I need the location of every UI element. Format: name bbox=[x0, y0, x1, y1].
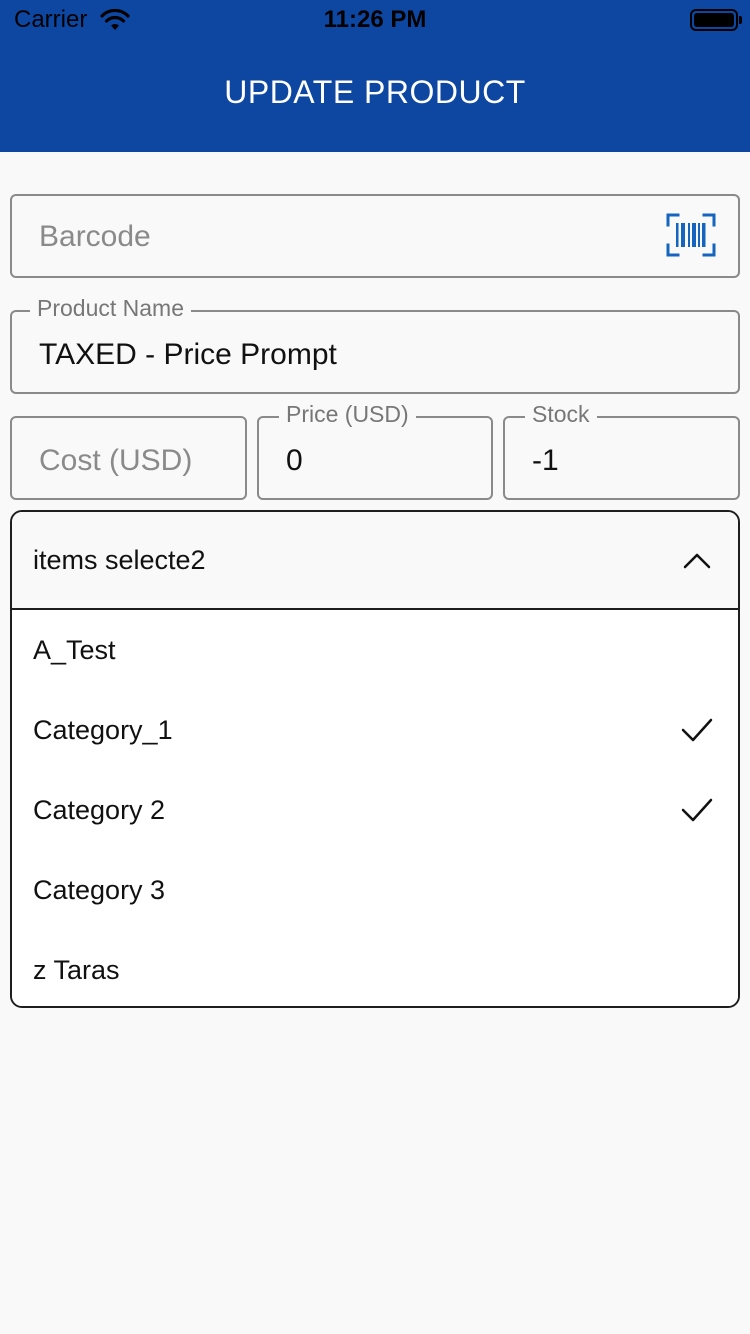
category-option[interactable]: Category 2 bbox=[12, 770, 738, 850]
category-option[interactable]: A_Test bbox=[12, 610, 738, 690]
category-dropdown-toggle[interactable]: items selecte2 bbox=[12, 512, 738, 610]
cost-input[interactable]: Cost (USD) bbox=[10, 416, 247, 500]
app-header: Carrier 11:26 PM UPDATE PRODUCT bbox=[0, 0, 750, 152]
product-name-value: TAXED - Price Prompt bbox=[39, 338, 337, 371]
status-time: 11:26 PM bbox=[323, 6, 427, 33]
category-option-label: A_Test bbox=[33, 635, 116, 665]
battery-icon bbox=[690, 9, 742, 31]
stock-label: Stock bbox=[525, 401, 597, 428]
price-input[interactable]: Price (USD) 0 bbox=[257, 401, 493, 500]
barcode-placeholder: Barcode bbox=[39, 220, 151, 253]
product-name-input[interactable]: Product Name TAXED - Price Prompt bbox=[10, 295, 740, 394]
category-options-list: A_Test Category_1 Category 2 Category 3 … bbox=[12, 610, 738, 1006]
status-bar: Carrier 11:26 PM bbox=[0, 0, 750, 40]
price-label: Price (USD) bbox=[279, 401, 416, 428]
category-option[interactable]: Category_1 bbox=[12, 690, 738, 770]
product-name-label: Product Name bbox=[30, 295, 192, 322]
category-option-label: Category 3 bbox=[33, 875, 166, 905]
category-option[interactable]: z Taras bbox=[12, 930, 738, 1006]
checkmark-icon bbox=[681, 718, 713, 742]
price-value: 0 bbox=[286, 444, 303, 477]
checkmark-icon bbox=[681, 798, 713, 822]
stock-value: -1 bbox=[532, 444, 559, 477]
category-option-label: Category_1 bbox=[33, 715, 173, 745]
chevron-up-icon[interactable] bbox=[682, 550, 712, 570]
cost-placeholder: Cost (USD) bbox=[39, 444, 193, 477]
barcode-scan-icon[interactable] bbox=[666, 213, 716, 257]
category-option-label: z Taras bbox=[33, 955, 120, 985]
category-option[interactable]: Category 3 bbox=[12, 850, 738, 930]
barcode-input[interactable]: Barcode bbox=[10, 194, 740, 278]
stock-input[interactable]: Stock -1 bbox=[503, 401, 740, 500]
category-option-label: Category 2 bbox=[33, 795, 166, 825]
page-title: UPDATE PRODUCT bbox=[224, 74, 526, 110]
category-multiselect: items selecte2 A_Test Category_1 Categor… bbox=[10, 510, 740, 1008]
category-selection-summary: items selecte2 bbox=[33, 545, 206, 575]
